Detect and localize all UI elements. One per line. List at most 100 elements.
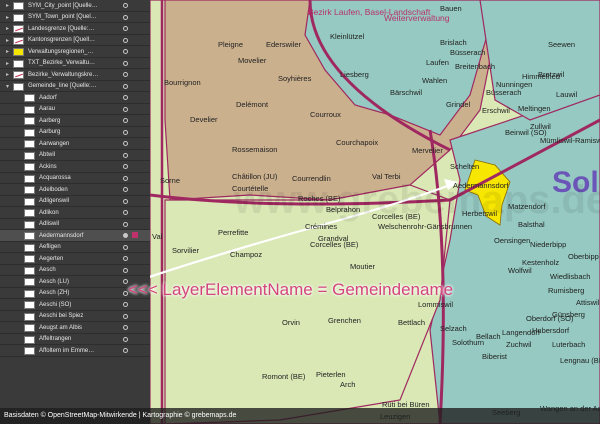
layer-group-row[interactable]: ▸ Bezirke_Verwaltungskre…	[0, 69, 150, 81]
layer-row-aedermannsdorf[interactable]: Aedermannsdorf	[0, 230, 150, 242]
visibility-toggle-icon[interactable]	[123, 72, 128, 77]
layer-thumbnail-icon	[24, 151, 35, 160]
visibility-toggle-icon[interactable]	[123, 244, 128, 250]
visibility-toggle-icon[interactable]	[123, 26, 128, 31]
visibility-toggle-icon[interactable]	[123, 233, 128, 238]
layer-name-label: Aesch	[39, 267, 56, 273]
layer-name-label: Aarburg	[39, 129, 61, 135]
visibility-toggle-icon[interactable]	[123, 49, 128, 54]
layer-row-aarau[interactable]: Aarau	[0, 104, 150, 115]
visibility-toggle-icon[interactable]	[123, 221, 128, 227]
visibility-toggle-icon[interactable]	[123, 336, 128, 342]
expand-toggle-icon[interactable]: ▸	[6, 25, 9, 32]
layer-row-abtwil[interactable]: Abtwil	[0, 150, 150, 161]
expand-toggle-icon[interactable]: ▸	[6, 48, 9, 55]
place-label: Selzach	[440, 324, 467, 333]
layer-row-aeugst-am-albis[interactable]: Aeugst am Albis	[0, 322, 150, 334]
layer-group-row[interactable]: ▸ Landesgrenze [Quelle:…	[0, 23, 150, 35]
visibility-toggle-icon[interactable]	[123, 175, 128, 181]
layer-row-ackins[interactable]: Ackins	[0, 161, 150, 173]
place-label: Zuchwil	[506, 340, 532, 349]
visibility-toggle-icon[interactable]	[123, 256, 128, 261]
map-view[interactable]: Bauen Kleinlützel Pleigne Ederswiler Movelie…	[150, 0, 600, 424]
visibility-toggle-icon[interactable]	[123, 187, 128, 192]
place-label: Büsserach	[486, 88, 522, 97]
layer-row-adliswil[interactable]: Adliswil	[0, 219, 150, 230]
place-label: Oensingen	[494, 236, 531, 245]
layer-group-row[interactable]: ▾ Gemeinde_line [Quelle:…	[0, 81, 150, 92]
layer-thumbnail-icon	[24, 347, 35, 355]
layer-group-row[interactable]: ▸ Verwaltungsregionen_…	[0, 46, 150, 58]
layer-thumbnail-icon	[13, 82, 24, 91]
layer-group-row[interactable]: ▸ Kantonsgrenzen [Quell…	[0, 35, 150, 46]
attribution-text: Basisdaten © OpenStreetMap-Mitwirkende |…	[4, 412, 237, 419]
expand-toggle-icon[interactable]: ▸	[6, 60, 9, 67]
visibility-toggle-icon[interactable]	[123, 106, 128, 112]
place-label: Arch	[340, 380, 356, 389]
visibility-toggle-icon[interactable]	[123, 83, 128, 89]
visibility-toggle-icon[interactable]	[123, 3, 128, 8]
visibility-toggle-icon[interactable]	[123, 267, 128, 273]
layer-row-adelboden[interactable]: Adelboden	[0, 184, 150, 196]
place-label: Grindel	[446, 100, 471, 109]
visibility-toggle-icon[interactable]	[123, 95, 128, 100]
region-east-teal[interactable]	[479, 0, 600, 121]
layer-row-aegerten[interactable]: Aegerten	[0, 253, 150, 265]
visibility-toggle-icon[interactable]	[123, 14, 128, 20]
layer-row-aarburg[interactable]: Aarburg	[0, 127, 150, 138]
layer-row-aefligen[interactable]: Aefligen	[0, 242, 150, 253]
layer-name-label: Aarwangen	[39, 140, 70, 147]
place-label: Oberbipp	[568, 252, 599, 261]
layer-group-row[interactable]: ▸ TXT_Bezirke_Verwaltu…	[0, 58, 150, 69]
layer-row-adlikon[interactable]: Adlikon	[0, 207, 150, 219]
expand-toggle-icon[interactable]: ▸	[6, 37, 9, 44]
expand-toggle-icon[interactable]: ▾	[6, 83, 9, 90]
layer-row-affoltern-im-emme-[interactable]: Affoltern im Emme…	[0, 345, 150, 357]
layer-name-label: Ackins	[39, 163, 57, 170]
visibility-toggle-icon[interactable]	[123, 129, 128, 135]
place-label: Bourrignon	[164, 78, 201, 87]
expand-toggle-icon[interactable]: ▸	[6, 71, 9, 78]
layer-name-label: Aeschi bei Spiez	[39, 313, 84, 319]
place-label: Solothurn	[452, 338, 485, 347]
layer-row-aesch[interactable]: Aesch	[0, 265, 150, 276]
layer-group-row[interactable]: ▸ SYM_Town_point [Quel…	[0, 12, 150, 23]
layer-thumbnail-icon	[24, 278, 35, 286]
layer-row-aeschi-bei-spiez[interactable]: Aeschi bei Spiez	[0, 311, 150, 322]
layer-group-row[interactable]: ▸ SYM_City_point [Quelle…	[0, 0, 150, 12]
place-label: Delémont	[236, 100, 269, 109]
layer-thumbnail-icon	[24, 266, 35, 275]
layer-thumbnail-icon	[24, 289, 35, 298]
visibility-toggle-icon[interactable]	[123, 152, 128, 158]
layer-row-aarberg[interactable]: Aarberg	[0, 115, 150, 127]
visibility-toggle-icon[interactable]	[123, 164, 128, 169]
visibility-toggle-icon[interactable]	[123, 348, 128, 353]
layer-thumbnail-icon	[24, 335, 35, 344]
layer-name-label: Aesch (ZH)	[39, 290, 70, 296]
visibility-toggle-icon[interactable]	[123, 198, 128, 204]
layer-thumbnail-icon	[24, 324, 35, 332]
visibility-toggle-icon[interactable]	[123, 141, 128, 146]
visibility-toggle-icon[interactable]	[123, 118, 128, 123]
visibility-toggle-icon[interactable]	[123, 325, 128, 330]
layer-row-aarwangen[interactable]: Aarwangen	[0, 138, 150, 150]
watermark-text: www.grebemaps.de	[234, 178, 600, 222]
place-label: Mervelier	[412, 146, 443, 155]
expand-toggle-icon[interactable]: ▸	[6, 2, 9, 9]
visibility-toggle-icon[interactable]	[123, 37, 128, 43]
layer-row-affeltrangen[interactable]: Affeltrangen	[0, 334, 150, 345]
layer-row-aadorf[interactable]: Aadorf	[0, 92, 150, 104]
visibility-toggle-icon[interactable]	[123, 302, 128, 307]
visibility-toggle-icon[interactable]	[123, 313, 128, 319]
layer-name-label: Verwaltungsregionen_…	[28, 48, 94, 55]
layer-row-acquarossa[interactable]: Acquarossa	[0, 173, 150, 184]
visibility-toggle-icon[interactable]	[123, 210, 128, 215]
place-label: Zullwil	[530, 122, 551, 131]
place-label: Wolfwil	[508, 266, 532, 275]
expand-toggle-icon[interactable]: ▸	[6, 14, 9, 21]
layer-row-aeschi-so-[interactable]: Aeschi (SO)	[0, 299, 150, 311]
layer-name-label: Aefligen	[39, 244, 61, 250]
layer-row-adligenswil[interactable]: Adligenswil	[0, 196, 150, 207]
place-label: Wahlen	[422, 76, 448, 85]
visibility-toggle-icon[interactable]	[123, 60, 128, 66]
